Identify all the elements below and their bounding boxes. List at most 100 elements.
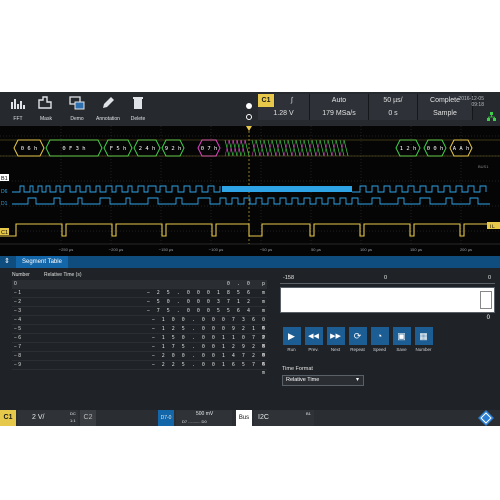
- c1-channel-label: C1: [1, 230, 8, 236]
- next-button[interactable]: ▶▶ Next: [326, 327, 345, 355]
- timebase[interactable]: 50 µs/: [369, 94, 418, 107]
- previous-icon: ◀◀: [304, 327, 323, 345]
- c1-scale: 2 V/: [32, 414, 45, 421]
- trigger-source-badge[interactable]: C1: [258, 94, 274, 107]
- segment-table-header: ⇕ Segment Table: [0, 256, 500, 268]
- save-button[interactable]: ▣ Save: [392, 327, 411, 355]
- channel-status-bar: C1 2 V/ DC 1:1 C2 D7-0 500 mV D7 .......…: [0, 410, 500, 426]
- repeat-button[interactable]: ⟳ Repeat: [348, 327, 367, 355]
- relative-time-value: − 2 5 . 0 0 0 1 8 5 6: [146, 290, 252, 296]
- playback-panel: -158 0 0 0 ▶ Run ◀◀ Prev. ▶▶ Next ⟳ Repe…: [280, 275, 495, 395]
- network-icon: [487, 108, 496, 121]
- relative-time-unit: m: [261, 290, 267, 296]
- demo-label: Demo: [70, 116, 84, 122]
- next-label: Next: [330, 347, 341, 352]
- decoded-byte-2: 0 F 3 h: [62, 146, 85, 152]
- segment-slider[interactable]: [280, 287, 495, 313]
- run-label: Run: [287, 347, 296, 352]
- bus-id: B1: [306, 411, 311, 416]
- segment-number: − 7: [14, 344, 22, 350]
- waveform-area[interactable]: 0 6 h 0 F 3 h F 5 h 2 4 h 9 2 h 0 7 h 1 …: [0, 126, 500, 256]
- decoded-byte-4: 2 4 h: [139, 146, 156, 152]
- relative-time-unit: m: [261, 370, 267, 376]
- decoded-byte-9: A A h: [453, 146, 470, 152]
- trigger-level[interactable]: 1.28 V: [258, 107, 310, 120]
- time-format-select[interactable]: Relative Time ▾: [282, 375, 364, 386]
- range-end: 0: [487, 275, 491, 281]
- trigger-slope-icon[interactable]: ∫: [275, 94, 310, 107]
- speed-button[interactable]: ◔ Speed: [370, 327, 389, 355]
- table-row[interactable]: − 2 − 5 0 . 0 0 0 3 7 1 2 m: [12, 298, 267, 307]
- speed-icon: ◔: [370, 327, 389, 345]
- annotation-button[interactable]: Annotation: [94, 94, 122, 124]
- d6-burst: [222, 186, 352, 192]
- segment-number: 0: [14, 281, 17, 287]
- relative-time-value: − 5 0 . 0 0 0 3 7 1 2: [146, 299, 252, 305]
- segment-range: -158 0 0: [280, 275, 495, 284]
- table-row[interactable]: − 1 − 2 5 . 0 0 0 1 8 5 6 m: [12, 289, 267, 298]
- table-row[interactable]: − 8− 2 0 0 . 0 0 1 4 7 2 0 m: [12, 352, 267, 367]
- segment-number: − 1: [14, 290, 22, 296]
- relative-time-value: − 1 0 0 . 0 0 0 7 3 6 0: [151, 317, 267, 323]
- time-tick: 150 µs: [410, 247, 422, 252]
- delete-label: Delete: [130, 116, 146, 122]
- annotation-icon: [103, 97, 114, 108]
- chevron-down-icon: ▾: [355, 377, 359, 383]
- trigger-mode[interactable]: Auto: [310, 94, 369, 107]
- table-row[interactable]: − 4− 1 0 0 . 0 0 0 7 3 6 0 m: [12, 316, 267, 331]
- mask-label: Mask: [40, 116, 52, 122]
- decoded-byte-1: 0 6 h: [21, 146, 38, 152]
- segment-number: − 8: [14, 353, 22, 359]
- bus-button[interactable]: Bus: [236, 410, 252, 426]
- segment-table-title[interactable]: Segment Table: [16, 256, 68, 268]
- delete-button[interactable]: Delete: [124, 94, 152, 124]
- decoded-byte-6: 0 7 h: [201, 146, 218, 152]
- relative-time-unit: m: [261, 308, 267, 314]
- sample-rate[interactable]: 179 MSa/s: [310, 107, 369, 120]
- bus-protocol: I2C: [258, 414, 269, 421]
- relative-time-value: − 1 2 5 . 0 0 0 9 2 1 6: [151, 326, 267, 332]
- segment-slider-handle[interactable]: [480, 291, 492, 309]
- number-button[interactable]: ▦ Number: [414, 327, 433, 355]
- time-format-label: Time Format: [282, 366, 313, 372]
- decoded-byte-5: 9 2 h: [165, 146, 182, 152]
- time-tick: −200 µs: [109, 247, 123, 252]
- c1-button[interactable]: C1: [0, 410, 16, 426]
- mask-button[interactable]: Mask: [32, 94, 60, 124]
- table-row[interactable]: − 3 − 7 5 . 0 0 0 5 5 6 4 m: [12, 307, 267, 316]
- repeat-icon: ⟳: [348, 327, 367, 345]
- segment-number: − 2: [14, 299, 22, 305]
- segment-table-panel: ⇕ Segment Table Number Relative Time (s)…: [0, 256, 500, 410]
- previous-button[interactable]: ◀◀ Prev.: [304, 327, 323, 355]
- c2-button[interactable]: C2: [80, 410, 96, 426]
- c1-ratio: 1:1: [70, 418, 76, 423]
- decoded-byte-7: 1 2 h: [400, 146, 417, 152]
- demo-button[interactable]: Demo: [63, 94, 91, 124]
- run-button[interactable]: ▶ Run: [282, 327, 301, 355]
- time-tick: −150 µs: [159, 247, 173, 252]
- c1-settings[interactable]: 2 V/ DC 1:1: [18, 410, 78, 426]
- relative-time-value: − 2 2 5 . 0 0 1 6 5 7 6: [151, 362, 267, 368]
- digital-settings[interactable]: 500 mV D7 ........... D0: [176, 410, 232, 426]
- save-icon: ▣: [392, 327, 411, 345]
- acquire-mode[interactable]: Sample: [418, 107, 473, 120]
- collapse-icon[interactable]: ⇕: [4, 258, 12, 266]
- segment-number: − 5: [14, 326, 22, 332]
- digital-group-button[interactable]: D7-0: [158, 410, 174, 426]
- fft-button[interactable]: FFT: [4, 94, 32, 124]
- next-icon: ▶▶: [326, 327, 345, 345]
- relative-time: − 5 0 . 0 0 0 3 7 1 2 m: [137, 298, 267, 306]
- table-row[interactable]: − 7− 1 7 5 . 0 0 1 2 9 2 8 m: [12, 343, 267, 358]
- relative-time: − 2 2 5 . 0 0 1 6 5 7 6 m: [137, 361, 267, 377]
- table-row[interactable]: − 5− 1 2 5 . 0 0 0 9 2 1 6 m: [12, 325, 267, 340]
- table-row[interactable]: 0 0 . 0 p: [12, 280, 267, 289]
- relative-time: 0 . 0 p: [137, 280, 267, 288]
- horizontal-position[interactable]: 0 s: [369, 107, 418, 120]
- bus-settings[interactable]: I2C B1: [254, 410, 314, 426]
- table-row[interactable]: − 6− 1 5 0 . 0 0 1 1 0 7 2 m: [12, 334, 267, 349]
- record-indicator-icon: [246, 103, 252, 109]
- relative-time-value: − 1 5 0 . 0 0 1 1 0 7 2: [151, 335, 267, 341]
- col-number: Number: [12, 272, 30, 278]
- table-row[interactable]: − 9 − 2 2 5 . 0 0 1 6 5 7 6 m: [12, 361, 267, 376]
- trigger-panel: C1 ∫ Auto 50 µs/ Complete 1.28 V 179 MSa…: [258, 94, 473, 120]
